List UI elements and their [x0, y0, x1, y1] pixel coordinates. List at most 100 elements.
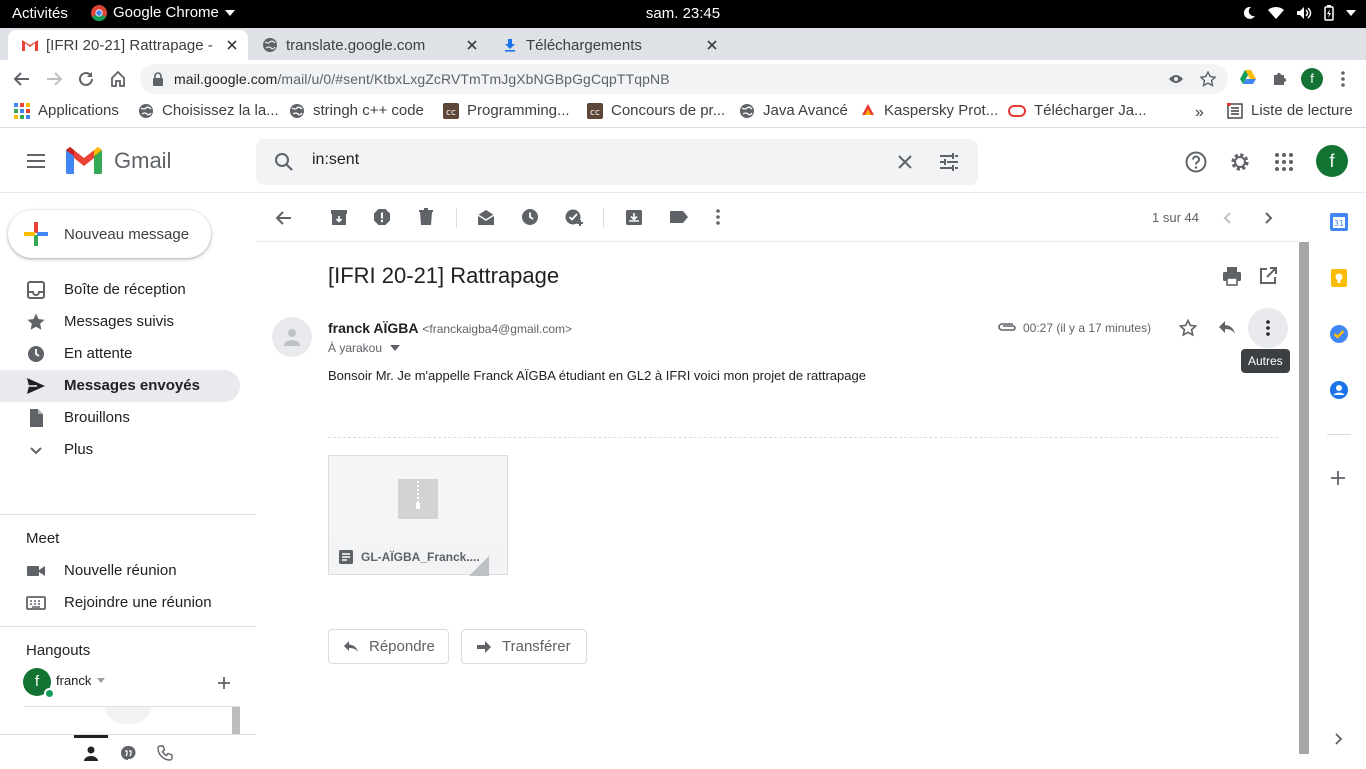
reading-list-label: Liste de lecture: [1251, 102, 1353, 119]
bookmark-choisissez[interactable]: Choisissez la la...: [138, 102, 279, 119]
tab-title: translate.google.com: [286, 36, 426, 54]
label-icon[interactable]: [669, 208, 689, 226]
chrome-menu-icon[interactable]: [1340, 70, 1346, 88]
sender-name[interactable]: franck AÏGBA: [328, 320, 419, 336]
print-icon[interactable]: [1222, 266, 1242, 286]
bookmark-telecharger-java[interactable]: Télécharger Ja...: [1008, 102, 1147, 119]
contacts-icon[interactable]: [1329, 380, 1349, 400]
nav-item-starred[interactable]: Messages suivis: [0, 306, 240, 338]
nav-item-label: En attente: [64, 345, 133, 362]
search-icon[interactable]: [274, 152, 294, 172]
bookmark-concours[interactable]: cc Concours de pr...: [587, 102, 725, 119]
search-options-icon[interactable]: [939, 152, 959, 172]
add-task-icon[interactable]: [565, 208, 583, 226]
nav-item-more[interactable]: Plus: [0, 434, 240, 466]
get-addons-plus-icon[interactable]: [1330, 470, 1346, 486]
tab-downloads[interactable]: Téléchargements: [488, 30, 728, 60]
close-icon[interactable]: [224, 37, 240, 53]
side-panel: 31: [1311, 194, 1366, 768]
bookmarks-overflow-icon[interactable]: »: [1195, 104, 1204, 122]
star-message-icon[interactable]: [1179, 319, 1197, 337]
svg-text:cc: cc: [446, 108, 456, 118]
online-status-dot: [44, 688, 55, 699]
nav-item-sent[interactable]: Messages envoyés: [0, 370, 240, 402]
reload-icon[interactable]: [77, 70, 95, 88]
volume-icon: [1296, 6, 1312, 20]
nav-item-snoozed[interactable]: En attente: [0, 338, 240, 370]
reading-list[interactable]: Liste de lecture: [1227, 102, 1353, 119]
settings-gear-icon[interactable]: [1229, 151, 1251, 173]
search-input[interactable]: [312, 151, 872, 169]
mark-unread-icon[interactable]: [477, 208, 495, 226]
bookmark-applications[interactable]: Applications: [14, 102, 119, 119]
more-options-button[interactable]: [1248, 308, 1288, 348]
snooze-icon[interactable]: [521, 208, 539, 226]
compose-button[interactable]: Nouveau message: [8, 210, 211, 258]
help-icon[interactable]: [1185, 151, 1207, 173]
more-actions-icon[interactable]: [715, 208, 721, 226]
meet-join-meeting[interactable]: Rejoindre une réunion: [0, 587, 240, 619]
hangouts-scrollbar[interactable]: [232, 707, 240, 734]
bookmark-star-icon[interactable]: [1200, 71, 1216, 87]
recipient-line[interactable]: À yarakou: [328, 341, 401, 355]
bookmark-stringh[interactable]: stringh c++ code: [289, 102, 424, 119]
bookmark-kaspersky[interactable]: Kaspersky Prot...: [860, 102, 998, 119]
older-chevron-right-icon[interactable]: [1260, 210, 1276, 226]
bookmark-programming[interactable]: cc Programming...: [443, 102, 570, 119]
nav-item-drafts[interactable]: Brouillons: [0, 402, 240, 434]
nav-item-inbox[interactable]: Boîte de réception: [0, 274, 240, 306]
more-vert-icon: [1265, 319, 1271, 337]
eye-icon[interactable]: [1168, 72, 1184, 86]
extensions-puzzle-icon[interactable]: [1272, 70, 1288, 86]
add-contact-icon[interactable]: [216, 675, 232, 691]
sender-avatar[interactable]: [272, 317, 312, 357]
calendar-icon[interactable]: 31: [1329, 212, 1349, 232]
clear-search-icon[interactable]: [896, 153, 914, 171]
close-icon[interactable]: [464, 37, 480, 53]
close-icon[interactable]: [704, 37, 720, 53]
attachment-card[interactable]: GL-AÏGBA_Franck....: [328, 455, 508, 576]
video-camera-icon: [26, 561, 46, 581]
gmail-logo[interactable]: Gmail: [66, 147, 171, 174]
main-menu-icon[interactable]: [26, 153, 46, 169]
open-new-window-icon[interactable]: [1259, 267, 1277, 285]
tab-gmail[interactable]: [IFRI 20-21] Rattrapage -: [8, 30, 248, 60]
google-apps-icon[interactable]: [1275, 153, 1293, 171]
sender-email: <franckaigba4@gmail.com>: [422, 322, 572, 336]
reply-icon[interactable]: [1218, 320, 1236, 336]
drive-extension-icon[interactable]: [1240, 70, 1256, 84]
search-bar[interactable]: [256, 139, 978, 185]
address-bar[interactable]: mail.google.com/mail/u/0/#sent/KtbxLxgZc…: [140, 64, 1228, 94]
profile-avatar[interactable]: f: [1301, 68, 1323, 90]
report-spam-icon[interactable]: [373, 208, 391, 226]
expand-panel-chevron-icon[interactable]: [1333, 732, 1345, 746]
reply-button[interactable]: Répondre: [328, 629, 449, 664]
chat-quote-icon[interactable]: [120, 745, 136, 761]
phone-icon[interactable]: [157, 745, 173, 761]
app-menu[interactable]: Google Chrome: [91, 4, 235, 21]
contacts-tab[interactable]: [74, 735, 108, 769]
move-to-icon[interactable]: [625, 208, 643, 226]
system-tray[interactable]: [1242, 5, 1356, 21]
zip-file-icon: [398, 479, 438, 519]
keep-icon[interactable]: [1329, 268, 1349, 288]
back-to-list-icon[interactable]: [274, 209, 292, 227]
bookmark-java-avance[interactable]: Java Avancé: [739, 102, 848, 119]
forward-button[interactable]: Transférer: [461, 629, 587, 664]
forward-icon[interactable]: [45, 70, 63, 88]
message-subject: [IFRI 20-21] Rattrapage: [328, 263, 560, 288]
home-icon[interactable]: [109, 70, 127, 88]
attachment-divider: [328, 437, 1278, 438]
compose-label: Nouveau message: [64, 225, 190, 243]
back-icon[interactable]: [13, 70, 31, 88]
tab-translate[interactable]: translate.google.com: [248, 30, 488, 60]
tasks-icon[interactable]: [1329, 324, 1349, 344]
archive-icon[interactable]: [330, 208, 348, 226]
message-scrollbar-thumb[interactable]: [1299, 242, 1309, 754]
meet-new-meeting[interactable]: Nouvelle réunion: [0, 555, 240, 587]
delete-icon[interactable]: [417, 208, 435, 226]
account-avatar[interactable]: f: [1316, 145, 1348, 177]
hangouts-user-selector[interactable]: franck: [56, 673, 106, 688]
newer-chevron-left-icon[interactable]: [1220, 210, 1236, 226]
activities-button[interactable]: Activités: [12, 5, 68, 22]
